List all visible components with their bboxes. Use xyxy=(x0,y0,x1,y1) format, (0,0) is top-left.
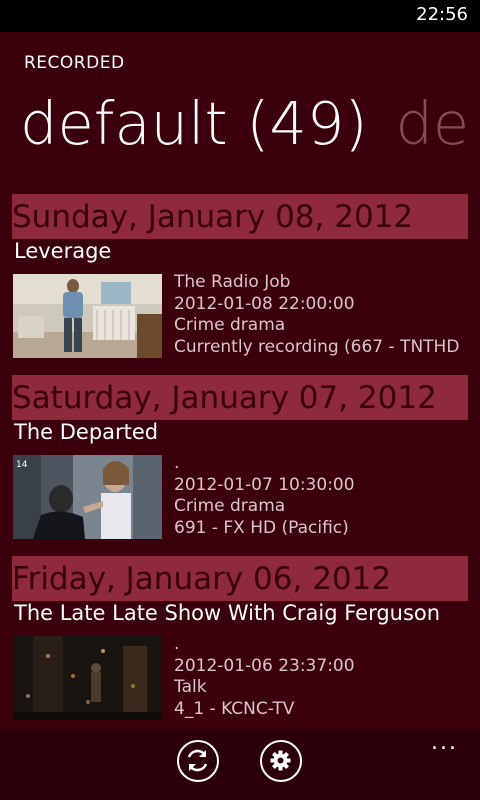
recording-details: . 2012-01-07 10:30:00 Crime drama 691 - … xyxy=(174,453,480,539)
settings-icon xyxy=(270,750,291,771)
refresh-button[interactable] xyxy=(177,740,219,782)
thumbnail-image[interactable] xyxy=(13,274,162,358)
recording-group: Saturday, January 07, 2012 The Departed … xyxy=(12,375,480,556)
thumbnail-image[interactable] xyxy=(13,636,162,720)
recording-details: The Radio Job 2012-01-08 22:00:00 Crime … xyxy=(174,272,480,358)
recordings-list: Sunday, January 08, 2012 Leverage The Ra… xyxy=(12,194,480,737)
episode-name: The Radio Job xyxy=(174,272,291,292)
more-options-button[interactable]: ... xyxy=(431,730,458,755)
refresh-icon xyxy=(187,749,208,772)
date-header: Saturday, January 07, 2012 xyxy=(12,375,468,420)
channel: 691 - FX HD (Pacific) xyxy=(174,517,349,538)
pivot-item-next[interactable]: de xyxy=(395,86,469,162)
air-datetime: 2012-01-06 23:37:00 xyxy=(174,655,355,676)
date-header: Friday, January 06, 2012 xyxy=(12,556,468,601)
channel: 4_1 - KCNC-TV xyxy=(174,698,295,719)
pivot-item-default[interactable]: default (49) xyxy=(20,86,367,162)
recording-group: Friday, January 06, 2012 The Late Late S… xyxy=(12,556,480,737)
pivot-headers: default (49) de xyxy=(20,86,480,166)
channel: Currently recording (667 - TNTHD xyxy=(174,336,460,357)
show-title[interactable]: The Late Late Show With Craig Ferguson xyxy=(14,601,440,625)
episode-name: . xyxy=(174,453,180,473)
status-bar: 22:56 xyxy=(0,0,480,32)
settings-button[interactable] xyxy=(260,740,302,782)
recording-group: Sunday, January 08, 2012 Leverage The Ra… xyxy=(12,194,480,375)
show-title[interactable]: The Departed xyxy=(14,420,158,444)
app-title: RECORDED xyxy=(24,53,125,73)
thumbnail-image[interactable]: 14 xyxy=(13,455,162,539)
app-bar: ... xyxy=(0,730,480,800)
air-datetime: 2012-01-08 22:00:00 xyxy=(174,293,355,314)
episode-name: . xyxy=(174,634,180,654)
recording-details: . 2012-01-06 23:37:00 Talk 4_1 - KCNC-TV xyxy=(174,634,480,720)
genre: Crime drama xyxy=(174,496,286,516)
date-header: Sunday, January 08, 2012 xyxy=(12,194,468,239)
show-title[interactable]: Leverage xyxy=(14,239,111,263)
clock: 22:56 xyxy=(416,4,468,25)
genre: Crime drama xyxy=(174,315,286,335)
air-datetime: 2012-01-07 10:30:00 xyxy=(174,474,355,495)
genre: Talk xyxy=(174,677,207,697)
svg-text:14: 14 xyxy=(16,460,28,470)
